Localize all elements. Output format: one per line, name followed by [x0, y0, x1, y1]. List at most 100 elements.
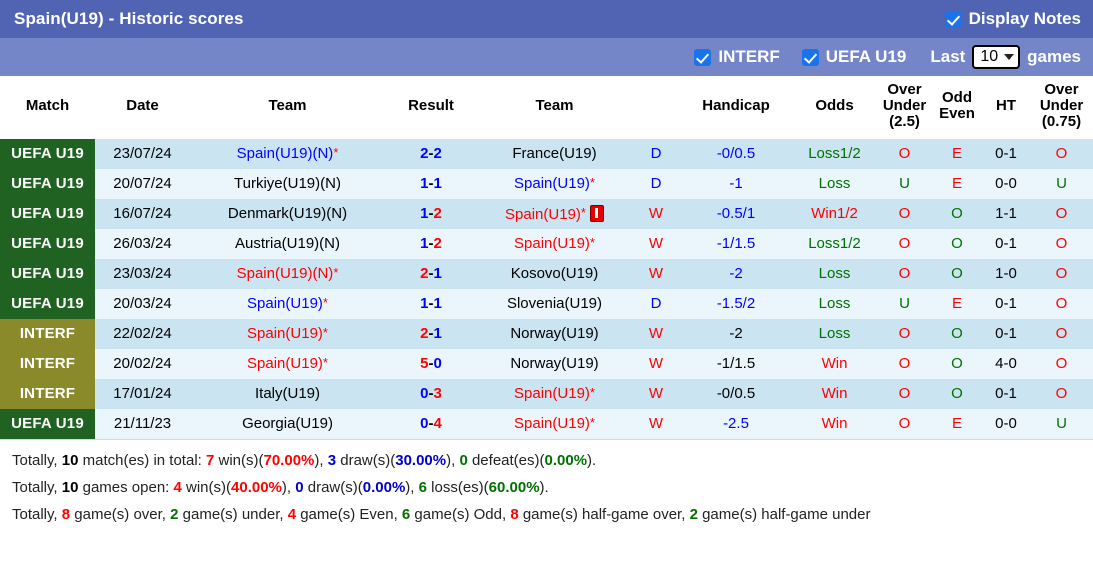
cell-team-away[interactable]: Spain(U19)*	[477, 409, 632, 439]
team-name[interactable]: Kosovo(U19)	[511, 265, 599, 282]
cell-date: 20/07/24	[95, 169, 190, 199]
cell-team-away[interactable]: Spain(U19)*	[477, 199, 632, 229]
cell-odd-even: O	[932, 319, 982, 349]
score-home: 2	[420, 265, 428, 282]
col-header-over-under-075[interactable]: OverUnder(0.75)	[1030, 76, 1093, 139]
cell-team-home[interactable]: Spain(U19)*	[190, 349, 385, 379]
col-header-handicap[interactable]: Handicap	[680, 76, 792, 139]
cell-odd-even: O	[932, 229, 982, 259]
col-header-date[interactable]: Date	[95, 76, 190, 139]
cell-team-home[interactable]: Spain(U19)*	[190, 289, 385, 319]
score-away: 2	[434, 235, 442, 252]
team-name[interactable]: Spain(U19)	[514, 235, 590, 252]
games-odd: 6	[402, 506, 410, 523]
filter-interf[interactable]: INTERF	[694, 47, 779, 67]
team-name[interactable]: Spain(U19)	[247, 355, 323, 372]
table-row[interactable]: UEFA U1921/11/23Georgia(U19)0-4Spain(U19…	[0, 409, 1093, 439]
cell-team-away[interactable]: Spain(U19)*	[477, 379, 632, 409]
cell-over-under-075: O	[1030, 229, 1093, 259]
cell-score[interactable]: 1-2	[385, 229, 477, 259]
home-marker-icon: *	[590, 235, 595, 250]
uefa-u19-checkbox[interactable]	[802, 49, 819, 66]
cell-team-away[interactable]: France(U19)	[477, 139, 632, 169]
table-row[interactable]: UEFA U1920/03/24Spain(U19)*1-1Slovenia(U…	[0, 289, 1093, 319]
cell-team-away[interactable]: Kosovo(U19)	[477, 259, 632, 289]
home-marker-icon: *	[590, 415, 595, 430]
cell-handicap: -1/1.5	[680, 229, 792, 259]
cell-score[interactable]: 1-1	[385, 289, 477, 319]
team-name[interactable]: Spain(U19)	[505, 206, 581, 223]
cell-team-home[interactable]: Spain(U19)(N)*	[190, 139, 385, 169]
team-name[interactable]: France(U19)	[512, 145, 596, 162]
cell-team-away[interactable]: Norway(U19)	[477, 349, 632, 379]
cell-score[interactable]: 2-2	[385, 139, 477, 169]
table-row[interactable]: UEFA U1923/03/24Spain(U19)(N)*2-1Kosovo(…	[0, 259, 1093, 289]
cell-score[interactable]: 1-1	[385, 169, 477, 199]
col-header-team-home[interactable]: Team	[190, 76, 385, 139]
cell-odds: Loss	[792, 259, 877, 289]
cell-team-away[interactable]: Spain(U19)*	[477, 229, 632, 259]
table-row[interactable]: UEFA U1920/07/24Turkiye(U19)(N)1-1Spain(…	[0, 169, 1093, 199]
cell-date: 17/01/24	[95, 379, 190, 409]
cell-score[interactable]: 1-2	[385, 199, 477, 229]
cell-team-home[interactable]: Georgia(U19)	[190, 409, 385, 439]
team-name[interactable]: Austria(U19)(N)	[235, 235, 340, 252]
display-notes-toggle[interactable]: Display Notes	[945, 9, 1081, 29]
team-name[interactable]: Denmark(U19)(N)	[228, 205, 347, 222]
filter-uefa-u19[interactable]: UEFA U19	[802, 47, 907, 67]
cell-team-home[interactable]: Spain(U19)*	[190, 319, 385, 349]
cell-team-home[interactable]: Denmark(U19)(N)	[190, 199, 385, 229]
col-header-match[interactable]: Match	[0, 76, 95, 139]
team-name[interactable]: Spain(U19)(N)	[237, 265, 334, 282]
team-name[interactable]: Italy(U19)	[255, 385, 320, 402]
uefa-u19-label: UEFA U19	[826, 47, 907, 67]
team-name[interactable]: Norway(U19)	[510, 355, 598, 372]
total-defeat-pct: 0.00%	[545, 452, 588, 469]
table-row[interactable]: UEFA U1926/03/24Austria(U19)(N)1-2Spain(…	[0, 229, 1093, 259]
team-name[interactable]: Spain(U19)	[514, 415, 590, 432]
cell-score[interactable]: 2-1	[385, 319, 477, 349]
cell-over-under-075: O	[1030, 379, 1093, 409]
cell-team-home[interactable]: Italy(U19)	[190, 379, 385, 409]
col-header-over-under-25[interactable]: OverUnder(2.5)	[877, 76, 932, 139]
interf-checkbox[interactable]	[694, 49, 711, 66]
cell-score[interactable]: 2-1	[385, 259, 477, 289]
last-games-select[interactable]: 10	[972, 45, 1020, 69]
display-notes-checkbox[interactable]	[945, 11, 962, 28]
team-name[interactable]: Georgia(U19)	[242, 415, 333, 432]
col-header-ht[interactable]: HT	[982, 76, 1030, 139]
team-name[interactable]: Norway(U19)	[510, 325, 598, 342]
table-row[interactable]: INTERF17/01/24Italy(U19)0-3Spain(U19)*W-…	[0, 379, 1093, 409]
col-header-odds[interactable]: Odds	[792, 76, 877, 139]
cell-handicap: -1	[680, 169, 792, 199]
cell-odds: Loss	[792, 169, 877, 199]
team-name[interactable]: Spain(U19)(N)	[237, 145, 334, 162]
cell-team-away[interactable]: Norway(U19)	[477, 319, 632, 349]
team-name[interactable]: Spain(U19)	[514, 385, 590, 402]
team-name[interactable]: Spain(U19)	[247, 295, 323, 312]
col-header-result-score[interactable]: Result	[385, 76, 477, 139]
table-row[interactable]: INTERF22/02/24Spain(U19)*2-1Norway(U19)W…	[0, 319, 1093, 349]
cell-team-home[interactable]: Spain(U19)(N)*	[190, 259, 385, 289]
home-marker-icon: *	[333, 265, 338, 280]
team-name[interactable]: Slovenia(U19)	[507, 295, 602, 312]
cell-team-home[interactable]: Turkiye(U19)(N)	[190, 169, 385, 199]
team-name[interactable]: Spain(U19)	[247, 325, 323, 342]
table-row[interactable]: INTERF20/02/24Spain(U19)*5-0Norway(U19)W…	[0, 349, 1093, 379]
cell-team-away[interactable]: Spain(U19)*	[477, 169, 632, 199]
table-row[interactable]: UEFA U1916/07/24Denmark(U19)(N)1-2Spain(…	[0, 199, 1093, 229]
cell-score[interactable]: 5-0	[385, 349, 477, 379]
cell-team-home[interactable]: Austria(U19)(N)	[190, 229, 385, 259]
team-name[interactable]: Spain(U19)	[514, 175, 590, 192]
col-header-odd-even[interactable]: OddEven	[932, 76, 982, 139]
historic-scores-table: Match Date Team Result Team Handicap Odd…	[0, 76, 1093, 439]
cell-score[interactable]: 0-3	[385, 379, 477, 409]
cell-odd-even: O	[932, 379, 982, 409]
table-head: Match Date Team Result Team Handicap Odd…	[0, 76, 1093, 139]
col-header-team-away[interactable]: Team	[477, 76, 632, 139]
cell-team-away[interactable]: Slovenia(U19)	[477, 289, 632, 319]
team-name[interactable]: Turkiye(U19)(N)	[234, 175, 341, 192]
cell-handicap: -2.5	[680, 409, 792, 439]
cell-score[interactable]: 0-4	[385, 409, 477, 439]
table-row[interactable]: UEFA U1923/07/24Spain(U19)(N)*2-2France(…	[0, 139, 1093, 169]
